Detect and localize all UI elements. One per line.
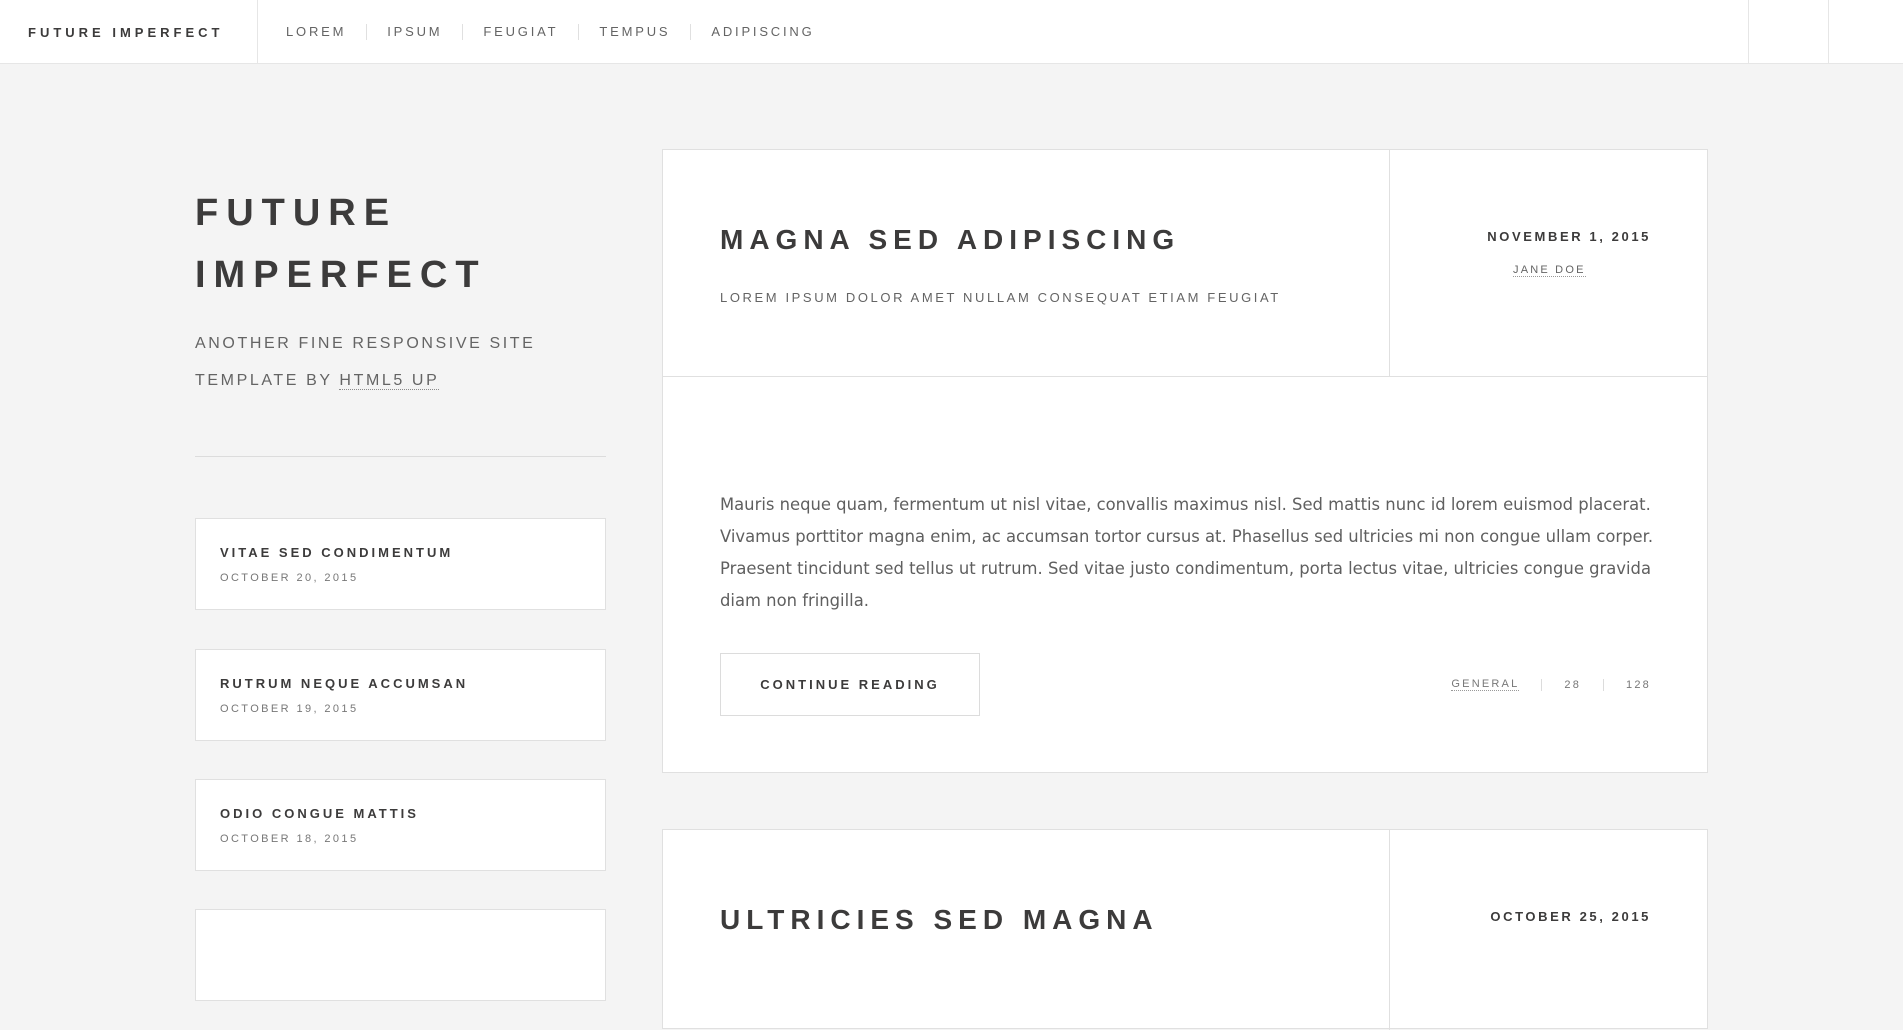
post-stats: GENERAL 28 128 <box>1451 678 1651 691</box>
nav-item-adipiscing[interactable]: ADIPISCING <box>690 24 834 40</box>
post-subtitle: LOREM IPSUM DOLOR AMET NULLAM CONSEQUAT … <box>720 290 1281 305</box>
main-nav: LOREM IPSUM FEUGIAT TEMPUS ADIPISCING <box>286 0 835 64</box>
intro-subtitle-prefix: TEMPLATE BY <box>195 372 333 389</box>
continue-reading-button[interactable]: CONTINUE READING <box>720 653 980 716</box>
likes-stat[interactable]: 28 <box>1541 678 1603 691</box>
nav-item-feugiat[interactable]: FEUGIAT <box>462 24 578 40</box>
menu-button[interactable] <box>1828 0 1903 64</box>
comments-stat[interactable]: 128 <box>1603 678 1651 691</box>
site-brand[interactable]: FUTURE IMPERFECT <box>0 0 258 64</box>
post-card: MAGNA SED ADIPISCING LOREM IPSUM DOLOR A… <box>662 149 1708 773</box>
intro-subtitle-line1: ANOTHER FINE RESPONSIVE SITE <box>195 335 536 352</box>
intro-subtitle: ANOTHER FINE RESPONSIVE SITE TEMPLATE BY… <box>195 325 615 399</box>
post-card: ULTRICIES SED MAGNA OCTOBER 25, 2015 <box>662 829 1708 1030</box>
intro-title: FUTURE IMPERFECT <box>195 182 615 306</box>
mini-post-date: OCTOBER 20, 2015 <box>220 572 359 584</box>
mini-post-title[interactable]: RUTRUM NEQUE ACCUMSAN <box>220 676 605 691</box>
post-title[interactable]: MAGNA SED ADIPISCING <box>720 224 1180 256</box>
intro-title-line2: IMPERFECT <box>195 254 487 296</box>
post-meta: NOVEMBER 1, 2015 JANE DOE <box>1391 150 1707 376</box>
post-author-link[interactable]: JANE DOE <box>1513 264 1586 277</box>
mini-post-date: OCTOBER 18, 2015 <box>220 833 359 845</box>
post-body: Mauris neque quam, fermentum ut nisl vit… <box>720 495 1654 610</box>
mini-post-title[interactable]: ODIO CONGUE MATTIS <box>220 806 605 821</box>
mini-post[interactable]: RUTRUM NEQUE ACCUMSAN OCTOBER 19, 2015 <box>195 649 606 741</box>
mini-post[interactable]: VITAE SED CONDIMENTUM OCTOBER 20, 2015 <box>195 518 606 610</box>
category-link[interactable]: GENERAL <box>1451 678 1520 691</box>
post-date: OCTOBER 25, 2015 <box>1490 909 1651 924</box>
post-title[interactable]: ULTRICIES SED MAGNA <box>720 904 1159 936</box>
post-title-box: ULTRICIES SED MAGNA <box>663 830 1390 1030</box>
likes-count: 28 <box>1564 678 1582 691</box>
nav-item-lorem[interactable]: LOREM <box>286 24 366 40</box>
nav-item-ipsum[interactable]: IPSUM <box>366 24 462 40</box>
comments-count: 128 <box>1626 678 1651 691</box>
mini-post-date: OCTOBER 19, 2015 <box>220 703 359 715</box>
post-title-box: MAGNA SED ADIPISCING LOREM IPSUM DOLOR A… <box>663 150 1390 376</box>
nav-item-tempus[interactable]: TEMPUS <box>578 24 690 40</box>
post-date: NOVEMBER 1, 2015 <box>1487 229 1651 244</box>
site-header: FUTURE IMPERFECT LOREM IPSUM FEUGIAT TEM… <box>0 0 1903 64</box>
mini-post[interactable] <box>195 909 606 1001</box>
post-header: MAGNA SED ADIPISCING LOREM IPSUM DOLOR A… <box>663 150 1707 377</box>
mini-post-title[interactable]: VITAE SED CONDIMENTUM <box>220 545 605 560</box>
html5up-link[interactable]: HTML5 UP <box>339 372 440 390</box>
search-button[interactable] <box>1748 0 1828 64</box>
intro-divider <box>195 456 606 457</box>
intro-title-line1: FUTURE <box>195 192 398 234</box>
mini-post[interactable]: ODIO CONGUE MATTIS OCTOBER 18, 2015 <box>195 779 606 871</box>
post-category: GENERAL <box>1451 678 1541 691</box>
